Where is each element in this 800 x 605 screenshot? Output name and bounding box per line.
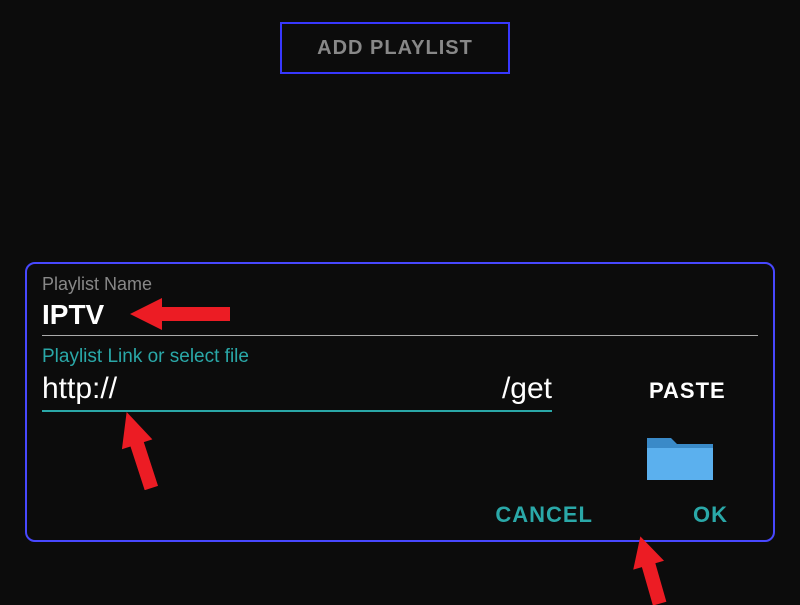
playlist-name-input[interactable]: IPTV [42,299,758,336]
link-row: http:// /get PASTE [42,372,758,412]
playlist-name-label: Playlist Name [42,274,758,295]
ok-button[interactable]: OK [693,502,728,528]
dialog-actions: CANCEL OK [495,502,728,528]
playlist-link-left: http:// [42,372,117,406]
playlist-link-input[interactable]: http:// /get [42,372,552,412]
add-playlist-button[interactable]: ADD PLAYLIST [280,22,510,74]
playlist-link-right: /get [502,372,552,406]
arrow-annotation-3 [626,535,674,605]
add-playlist-label: ADD PLAYLIST [317,37,473,60]
cancel-button[interactable]: CANCEL [495,502,593,528]
paste-button[interactable]: PASTE [649,378,726,404]
folder-icon[interactable] [645,434,715,482]
playlist-name-value: IPTV [42,299,104,330]
playlist-link-label: Playlist Link or select file [42,346,758,368]
add-playlist-dialog: Playlist Name IPTV Playlist Link or sele… [25,262,775,542]
